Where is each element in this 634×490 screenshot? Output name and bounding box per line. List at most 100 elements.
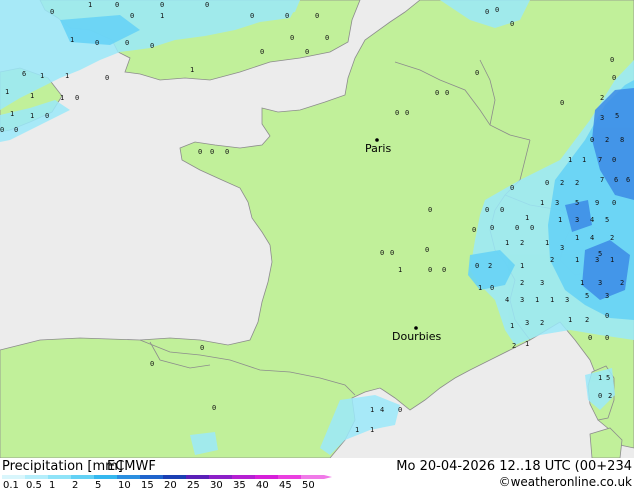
svg-text:0: 0 (510, 20, 514, 28)
svg-text:0: 0 (560, 99, 564, 107)
map-footer: Precipitation [mm] ECMWF Mo 20-04-2026 1… (0, 458, 634, 490)
legend-swatch (94, 475, 117, 479)
svg-text:2: 2 (600, 94, 604, 102)
svg-text:0: 0 (198, 148, 202, 156)
svg-text:0: 0 (598, 392, 602, 400)
svg-text:0: 0 (45, 112, 49, 120)
svg-text:0: 0 (212, 404, 216, 412)
svg-text:3: 3 (598, 279, 602, 287)
svg-text:0: 0 (95, 39, 99, 47)
precipitation-legend: 0.1 0.5 1 2 5 10 15 20 25 30 35 40 45 50 (2, 475, 332, 489)
svg-text:1: 1 (30, 92, 34, 100)
svg-text:1: 1 (478, 284, 482, 292)
svg-text:0: 0 (605, 334, 609, 342)
svg-text:0: 0 (612, 156, 616, 164)
svg-text:0: 0 (472, 226, 476, 234)
legend-tick-label: 50 (302, 480, 315, 489)
svg-text:0: 0 (428, 266, 432, 274)
svg-text:0: 0 (160, 1, 164, 9)
svg-text:0: 0 (0, 126, 4, 134)
legend-swatch (117, 475, 140, 479)
svg-text:0: 0 (530, 224, 534, 232)
svg-text:4: 4 (380, 406, 384, 414)
svg-text:3: 3 (575, 216, 579, 224)
svg-text:0: 0 (490, 284, 494, 292)
svg-text:1: 1 (190, 66, 194, 74)
legend-tick-label: 1 (49, 480, 55, 489)
svg-text:1: 1 (520, 262, 524, 270)
svg-text:0: 0 (485, 8, 489, 16)
svg-text:1: 1 (505, 239, 509, 247)
legend-tick-label: 2 (72, 480, 78, 489)
legend-swatch (2, 475, 25, 479)
svg-text:0: 0 (490, 224, 494, 232)
svg-text:0: 0 (105, 74, 109, 82)
legend-swatch (163, 475, 186, 479)
svg-text:0: 0 (428, 206, 432, 214)
svg-text:0: 0 (442, 266, 446, 274)
svg-text:1: 1 (550, 296, 554, 304)
svg-text:0: 0 (260, 48, 264, 56)
svg-text:2: 2 (620, 279, 624, 287)
credit-link[interactable]: ©weatheronline.co.uk (499, 475, 632, 489)
svg-text:5: 5 (605, 216, 609, 224)
svg-text:0: 0 (395, 109, 399, 117)
legend-tick-label: 0.5 (26, 480, 42, 489)
svg-text:2: 2 (520, 279, 524, 287)
svg-text:0: 0 (500, 206, 504, 214)
svg-text:1: 1 (5, 88, 9, 96)
legend-swatch (301, 475, 324, 479)
svg-text:1: 1 (575, 256, 579, 264)
svg-text:2: 2 (610, 234, 614, 242)
svg-text:2: 2 (608, 392, 612, 400)
svg-text:9: 9 (595, 199, 599, 207)
svg-text:0: 0 (200, 344, 204, 352)
svg-text:5: 5 (606, 374, 610, 382)
svg-text:2: 2 (520, 239, 524, 247)
svg-text:3: 3 (600, 114, 604, 122)
svg-text:2: 2 (550, 256, 554, 264)
legend-swatch (278, 475, 301, 479)
city-label-dourbies: Dourbies (392, 330, 442, 343)
svg-text:3: 3 (540, 279, 544, 287)
svg-text:0: 0 (50, 8, 54, 16)
legend-tick-label: 5 (95, 480, 101, 489)
svg-text:0: 0 (305, 48, 309, 56)
legend-swatch (25, 475, 48, 479)
svg-text:5: 5 (585, 292, 589, 300)
precipitation-map: 1000 001000 1 0 0 00 0 6 1 1 010 0 1110 1 1 00 0 00… (0, 0, 634, 458)
city-label-paris: Paris (365, 142, 391, 155)
svg-text:1: 1 (535, 296, 539, 304)
svg-text:2: 2 (605, 136, 609, 144)
svg-text:0: 0 (380, 249, 384, 257)
legend-swatch (232, 475, 255, 479)
map-view: 1000 001000 100000 6110100 1110 11000 00… (0, 0, 634, 490)
svg-text:3: 3 (560, 244, 564, 252)
svg-text:0: 0 (612, 199, 616, 207)
svg-text:1: 1 (40, 72, 44, 80)
svg-text:1: 1 (65, 72, 69, 80)
svg-text:1: 1 (60, 94, 64, 102)
svg-text:0: 0 (510, 184, 514, 192)
legend-tick-label: 45 (279, 480, 292, 489)
svg-text:0: 0 (605, 312, 609, 320)
svg-text:0: 0 (205, 1, 209, 9)
svg-text:0: 0 (445, 89, 449, 97)
svg-text:3: 3 (555, 199, 559, 207)
svg-text:0: 0 (75, 94, 79, 102)
legend-swatch (255, 475, 278, 479)
legend-swatch (71, 475, 94, 479)
svg-text:0: 0 (515, 224, 519, 232)
svg-text:1: 1 (525, 340, 529, 348)
legend-tick-label: 10 (118, 480, 131, 489)
svg-text:4: 4 (590, 216, 594, 224)
svg-text:0: 0 (285, 12, 289, 20)
svg-text:0: 0 (612, 74, 616, 82)
legend-tick-label: 35 (233, 480, 246, 489)
legend-tick-label: 15 (141, 480, 154, 489)
svg-text:1: 1 (580, 279, 584, 287)
svg-text:1: 1 (540, 199, 544, 207)
legend-tick-label: 25 (187, 480, 200, 489)
svg-text:0: 0 (225, 148, 229, 156)
legend-tick-label: 20 (164, 480, 177, 489)
